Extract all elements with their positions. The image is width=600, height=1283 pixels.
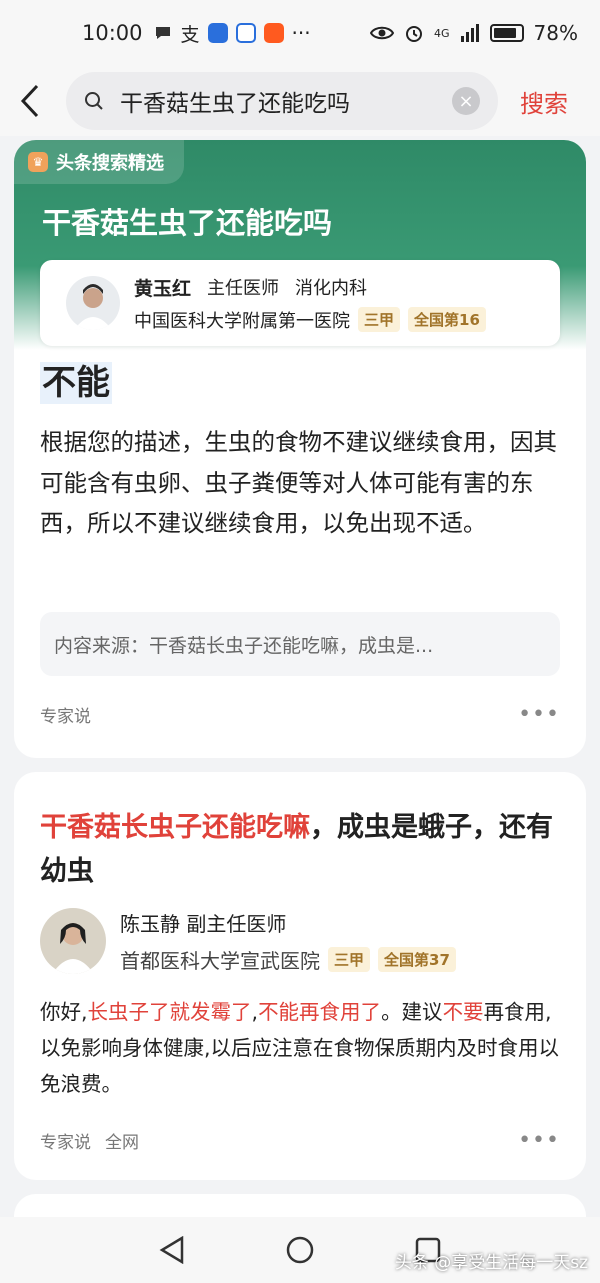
answer-body: 根据您的描述，生虫的食物不建议继续食用，因其可能含有虫卵、虫子粪便等对人体可能有… bbox=[40, 428, 557, 537]
more-options-icon[interactable]: ••• bbox=[518, 702, 560, 727]
doctor-dept: 消化内科 bbox=[295, 278, 368, 299]
body-highlight: 不能再食用了 bbox=[258, 1000, 382, 1024]
signal-icon bbox=[460, 24, 479, 42]
footer-label: 专家说 bbox=[40, 707, 91, 727]
title-highlight: 干香菇长虫子还能吃嘛 bbox=[40, 812, 310, 843]
answer-headline: 不能 bbox=[40, 362, 112, 404]
doctor-hospital: 首都医科大学宣武医院 bbox=[120, 949, 320, 973]
footer-scope: 全网 bbox=[105, 1133, 139, 1153]
battery-percent: 78% bbox=[533, 21, 578, 45]
doctor-info: 黄玉红 主任医师 消化内科 中国医科大学附属第一医院 三甲 全国第16 bbox=[134, 274, 486, 333]
featured-tag: ♛ 头条搜索精选 bbox=[14, 140, 184, 184]
taobao-icon bbox=[263, 23, 284, 43]
app-icon-eye bbox=[235, 23, 256, 43]
status-bar: 10:00 支 ··· 4G 78% bbox=[0, 0, 600, 66]
doctor-details: 陈玉静 副主任医师 首都医科大学宣武医院 三甲 全国第37 bbox=[120, 908, 456, 974]
search-input[interactable] bbox=[120, 88, 452, 114]
source-link[interactable]: 内容来源：干香菇长虫子还能吃嘛，成虫是... bbox=[40, 612, 560, 676]
eye-icon bbox=[370, 26, 395, 40]
result-card[interactable]: 干香菇长虫子还能吃嘛，成虫是蛾子，还有幼虫 陈玉静 副主任医师 首都医科大学宣武… bbox=[14, 772, 586, 1180]
featured-header: ♛ 头条搜索精选 干香菇生虫了还能吃吗 黄玉红 主任医师 消化内科 中国医科大学… bbox=[14, 140, 586, 350]
footer-label: 专家说 bbox=[40, 1133, 91, 1153]
search-button[interactable]: 搜索 bbox=[520, 84, 568, 119]
doctor-info-box[interactable]: 黄玉红 主任医师 消化内科 中国医科大学附属第一医院 三甲 全国第16 bbox=[40, 260, 560, 346]
alipay-icon: 支 bbox=[180, 23, 200, 46]
search-box[interactable]: × bbox=[66, 72, 498, 130]
card-footer: 专家说 全网 ••• bbox=[40, 1128, 560, 1153]
hospital-grade-badge: 三甲 bbox=[328, 947, 371, 972]
notification-icons: 支 ··· bbox=[153, 20, 311, 47]
chat-icon bbox=[155, 27, 170, 39]
chevron-left-icon bbox=[20, 84, 39, 118]
clear-search-button[interactable]: × bbox=[452, 87, 480, 115]
more-options-icon[interactable]: ••• bbox=[518, 1128, 560, 1153]
alarm-icon bbox=[406, 26, 423, 42]
more-notifications-icon: ··· bbox=[291, 21, 311, 45]
body-highlight: 不要 bbox=[442, 1000, 484, 1024]
back-button[interactable] bbox=[0, 84, 60, 118]
doctor-avatar bbox=[40, 908, 106, 974]
body-highlight: 长虫子了就发霉了 bbox=[87, 1000, 252, 1024]
search-icon bbox=[85, 92, 103, 110]
body-part: 。建议 bbox=[381, 1000, 443, 1024]
doctor-hospital: 中国医科大学附属第一医院 bbox=[134, 310, 350, 332]
crown-icon: ♛ bbox=[28, 152, 48, 172]
featured-answer-card[interactable]: ♛ 头条搜索精选 干香菇生虫了还能吃吗 黄玉红 主任医师 消化内科 中国医科大学… bbox=[14, 140, 586, 758]
network-type: 4G bbox=[434, 26, 450, 40]
battery-icon bbox=[489, 24, 524, 42]
hospital-grade-badge: 三甲 bbox=[358, 307, 401, 332]
featured-tag-label: 头条搜索精选 bbox=[56, 153, 164, 174]
featured-title: 干香菇生虫了还能吃吗 bbox=[42, 206, 333, 240]
doctor-avatar bbox=[66, 276, 120, 330]
nav-home-icon[interactable] bbox=[285, 1235, 315, 1265]
body-part: 你好, bbox=[40, 1000, 88, 1024]
close-icon: × bbox=[458, 90, 474, 112]
hospital-rank-badge: 全国第16 bbox=[408, 307, 486, 332]
doctor-title: 主任医师 bbox=[207, 278, 280, 299]
doctor-name: 陈玉静 bbox=[120, 912, 180, 936]
doctor-name: 黄玉红 bbox=[134, 277, 192, 300]
doctor-title: 副主任医师 bbox=[186, 912, 287, 936]
watermark: 头条 @享受生活每一天sz bbox=[394, 1253, 588, 1273]
search-bar: × 搜索 bbox=[0, 66, 600, 136]
result-body: 你好,长虫子了就发霉了,不能再食用了。建议不要再食用,以免影响身体健康,以后应注… bbox=[40, 994, 570, 1102]
app-icon-blue bbox=[207, 23, 228, 43]
hospital-rank-badge: 全国第37 bbox=[378, 947, 456, 972]
status-right: 4G 78% bbox=[370, 21, 578, 45]
result-title[interactable]: 干香菇长虫子还能吃嘛，成虫是蛾子，还有幼虫 bbox=[40, 806, 560, 894]
status-time: 10:00 bbox=[82, 21, 143, 45]
card-footer: 专家说 ••• bbox=[40, 702, 560, 727]
nav-back-icon[interactable] bbox=[159, 1236, 185, 1264]
doctor-info[interactable]: 陈玉静 副主任医师 首都医科大学宣武医院 三甲 全国第37 bbox=[40, 908, 456, 974]
